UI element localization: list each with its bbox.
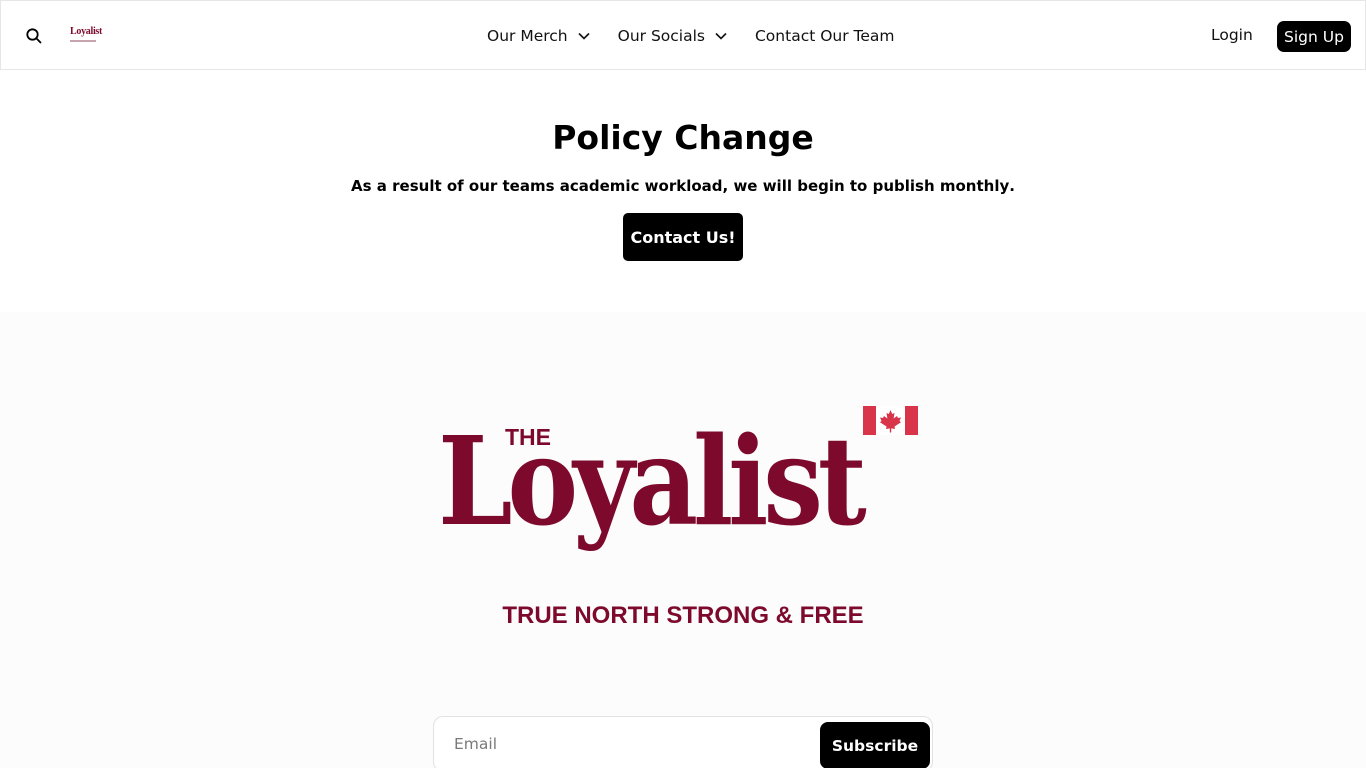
chevron-down-icon: [715, 32, 727, 40]
main-nav: Our Merch Our Socials Contact Our Team: [487, 24, 895, 48]
site-header: Loyalist Our Merch Our Socials Contact O…: [0, 0, 1366, 70]
nav-item-label: Our Merch: [487, 27, 568, 45]
policy-title: Policy Change: [552, 118, 814, 157]
nav-item-label: Contact Our Team: [754, 27, 895, 45]
mini-logo-underline: [70, 40, 96, 42]
policy-section: Policy Change As a result of our teams a…: [0, 70, 1366, 312]
hero-section: THE Loyalist TRUE NORTH STRONG & FREE Su…: [0, 312, 1366, 768]
tagline: TRUE NORTH STRONG & FREE: [502, 602, 864, 629]
contact-us-button[interactable]: Contact Us!: [623, 213, 743, 261]
policy-text: As a result of our teams academic worklo…: [0, 177, 1366, 195]
chevron-down-icon: [578, 32, 590, 40]
search-icon[interactable]: [25, 27, 43, 45]
canada-flag-icon: [863, 406, 918, 435]
policy-text-emphasis: monthly: [939, 177, 1010, 195]
logo-wordmark: Loyalist: [438, 409, 867, 553]
email-field[interactable]: [454, 729, 814, 759]
policy-text-before: As a result of our teams academic worklo…: [351, 177, 940, 195]
subscribe-form: Subscribe: [433, 716, 933, 768]
nav-item-contact-our-team[interactable]: Contact Our Team: [755, 27, 895, 45]
nav-item-our-socials[interactable]: Our Socials: [618, 27, 728, 45]
sign-up-button[interactable]: Sign Up: [1277, 21, 1351, 52]
nav-item-label: Our Socials: [617, 27, 705, 45]
login-link[interactable]: Login: [1211, 26, 1253, 44]
policy-text-after: .: [1009, 177, 1015, 195]
mini-logo-text: Loyalist: [70, 26, 103, 37]
subscribe-button[interactable]: Subscribe: [820, 722, 930, 768]
nav-item-our-merch[interactable]: Our Merch: [487, 27, 591, 45]
site-logo[interactable]: Loyalist: [70, 26, 103, 45]
